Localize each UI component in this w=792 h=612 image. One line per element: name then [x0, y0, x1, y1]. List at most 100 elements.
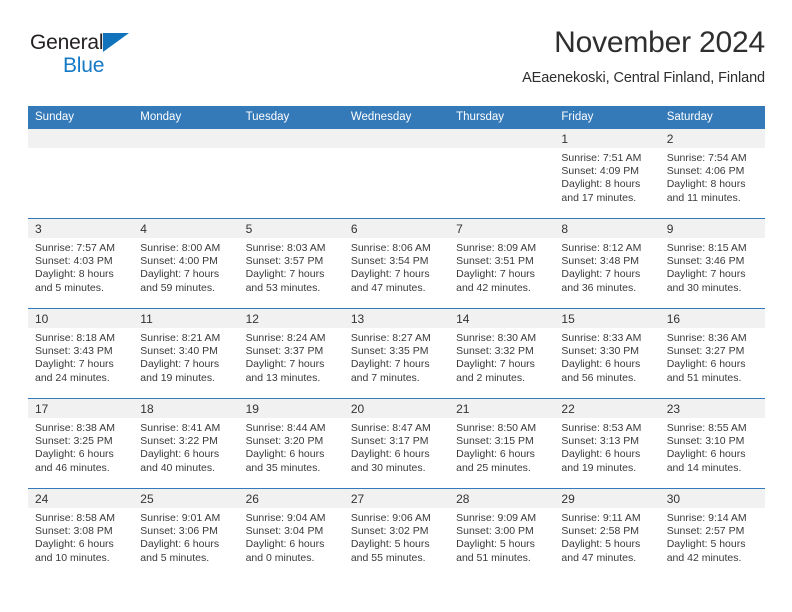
calendar-cell[interactable]: 15 Sunrise: 8:33 AM Sunset: 3:30 PM Dayligh…	[554, 308, 660, 399]
calendar-cell[interactable]: 1 Sunrise: 7:51 AM Sunset: 4:09 PM Daylight…	[554, 128, 660, 219]
day-number: 28	[449, 489, 555, 508]
sunrise-text: Sunrise: 8:24 AM	[245, 332, 326, 344]
sunrise-text: Sunrise: 8:47 AM	[350, 422, 431, 434]
weekday-header-thursday: Thursday	[449, 106, 555, 129]
day-info: Sunrise: 8:44 AM Sunset: 3:20 PM Daylight:…	[239, 418, 344, 475]
day-info	[239, 148, 344, 152]
calendar-cell[interactable]: 22 Sunrise: 8:53 AM Sunset: 3:13 PM Dayligh…	[554, 398, 660, 489]
calendar-cell[interactable]: 21 Sunrise: 8:50 AM Sunset: 3:15 PM Dayligh…	[449, 398, 555, 489]
calendar-cell[interactable]: 5 Sunrise: 8:03 AM Sunset: 3:57 PM Daylight…	[238, 218, 344, 309]
day-number: 6	[343, 219, 450, 238]
calendar-cell[interactable]: 26 Sunrise: 9:04 AM Sunset: 3:04 PM Dayligh…	[238, 488, 344, 578]
calendar-cell[interactable]: 14 Sunrise: 8:30 AM Sunset: 3:32 PM Dayligh…	[449, 308, 555, 399]
sunrise-text: Sunrise: 8:50 AM	[456, 422, 537, 434]
day-cell: 3 Sunrise: 7:57 AM Sunset: 4:03 PM Daylight…	[28, 219, 134, 308]
day-cell-empty	[343, 129, 450, 218]
calendar-cell[interactable]: 23 Sunrise: 8:55 AM Sunset: 3:10 PM Dayligh…	[659, 398, 765, 489]
sunrise-text: Sunrise: 9:14 AM	[666, 512, 747, 524]
sunset-text: Sunset: 3:04 PM	[245, 525, 324, 538]
calendar-cell[interactable]: 6 Sunrise: 8:06 AM Sunset: 3:54 PM Daylight…	[343, 218, 450, 309]
calendar-cell[interactable]	[133, 128, 239, 219]
day-cell: 17 Sunrise: 8:38 AM Sunset: 3:25 PM Dayligh…	[28, 399, 134, 488]
calendar-cell[interactable]: 10 Sunrise: 8:18 AM Sunset: 3:43 PM Dayligh…	[28, 308, 134, 399]
weekday-header-tuesday: Tuesday	[238, 106, 344, 129]
day-cell: 19 Sunrise: 8:44 AM Sunset: 3:20 PM Dayligh…	[238, 399, 344, 488]
sunset-text: Sunset: 3:17 PM	[350, 435, 429, 448]
day-number: 24	[28, 489, 134, 508]
daylight-text-line2: and 0 minutes.	[245, 551, 315, 564]
daylight-text-line1: Daylight: 5 hours	[350, 538, 430, 551]
calendar-cell[interactable]: 8 Sunrise: 8:12 AM Sunset: 3:48 PM Daylight…	[554, 218, 660, 309]
sunset-text: Sunset: 3:25 PM	[35, 435, 113, 448]
day-cell: 4 Sunrise: 8:00 AM Sunset: 4:00 PM Daylight…	[133, 219, 239, 308]
day-number: 20	[343, 399, 450, 418]
weekday-header-saturday: Saturday	[659, 106, 765, 129]
day-info: Sunrise: 8:36 AM Sunset: 3:27 PM Daylight:…	[660, 328, 765, 385]
calendar-cell[interactable]: 11 Sunrise: 8:21 AM Sunset: 3:40 PM Dayligh…	[133, 308, 239, 399]
calendar-cell[interactable]: 28 Sunrise: 9:09 AM Sunset: 3:00 PM Dayligh…	[449, 488, 555, 578]
day-info: Sunrise: 8:58 AM Sunset: 3:08 PM Daylight:…	[28, 508, 133, 565]
sunrise-text: Sunrise: 8:12 AM	[561, 242, 642, 254]
sunset-text: Sunset: 4:03 PM	[35, 255, 113, 268]
calendar-cell[interactable]: 29 Sunrise: 9:11 AM Sunset: 2:58 PM Dayligh…	[554, 488, 660, 578]
day-number	[238, 129, 344, 148]
calendar-week-row: 24 Sunrise: 8:58 AM Sunset: 3:08 PM Dayligh…	[28, 488, 765, 578]
calendar-cell[interactable]	[449, 128, 555, 219]
sunset-text: Sunset: 3:22 PM	[140, 435, 218, 448]
day-info: Sunrise: 8:00 AM Sunset: 4:00 PM Daylight:…	[133, 238, 238, 295]
calendar-cell[interactable]: 16 Sunrise: 8:36 AM Sunset: 3:27 PM Dayligh…	[659, 308, 765, 399]
daylight-text-line2: and 30 minutes.	[666, 281, 742, 294]
daylight-text-line1: Daylight: 6 hours	[666, 358, 746, 371]
brand-logo[interactable]: General Blue	[30, 32, 230, 76]
sunrise-text: Sunrise: 8:55 AM	[666, 422, 747, 434]
sunset-text: Sunset: 3:13 PM	[561, 435, 640, 448]
calendar-cell[interactable]: 30 Sunrise: 9:14 AM Sunset: 2:57 PM Dayligh…	[659, 488, 765, 578]
calendar-cell[interactable]: 27 Sunrise: 9:06 AM Sunset: 3:02 PM Dayligh…	[343, 488, 450, 578]
calendar-cell[interactable]	[28, 128, 134, 219]
daylight-text-line1: Daylight: 6 hours	[140, 538, 220, 551]
calendar-cell[interactable]: 19 Sunrise: 8:44 AM Sunset: 3:20 PM Dayligh…	[238, 398, 344, 489]
calendar-cell[interactable]	[238, 128, 344, 219]
day-number: 16	[659, 309, 765, 328]
daylight-text-line2: and 24 minutes.	[35, 371, 110, 384]
daylight-text-line1: Daylight: 5 hours	[666, 538, 746, 551]
daylight-text-line1: Daylight: 7 hours	[561, 268, 641, 281]
daylight-text-line1: Daylight: 6 hours	[245, 448, 325, 461]
day-cell: 29 Sunrise: 9:11 AM Sunset: 2:58 PM Dayligh…	[554, 489, 660, 578]
calendar-cell[interactable]: 7 Sunrise: 8:09 AM Sunset: 3:51 PM Daylight…	[449, 218, 555, 309]
calendar-cell[interactable]: 2 Sunrise: 7:54 AM Sunset: 4:06 PM Daylight…	[659, 128, 765, 219]
daylight-text-line1: Daylight: 6 hours	[35, 538, 114, 551]
day-number: 26	[238, 489, 344, 508]
day-cell: 5 Sunrise: 8:03 AM Sunset: 3:57 PM Daylight…	[238, 219, 344, 308]
calendar-cell[interactable]: 3 Sunrise: 7:57 AM Sunset: 4:03 PM Daylight…	[28, 218, 134, 309]
daylight-text-line1: Daylight: 6 hours	[245, 538, 325, 551]
day-cell: 14 Sunrise: 8:30 AM Sunset: 3:32 PM Dayligh…	[449, 309, 555, 398]
day-number: 13	[343, 309, 450, 328]
sunset-text: Sunset: 3:51 PM	[456, 255, 534, 268]
calendar-cell[interactable]: 20 Sunrise: 8:47 AM Sunset: 3:17 PM Dayligh…	[343, 398, 450, 489]
calendar-cell[interactable]: 24 Sunrise: 8:58 AM Sunset: 3:08 PM Dayligh…	[28, 488, 134, 578]
calendar-cell[interactable]	[343, 128, 450, 219]
sunrise-text: Sunrise: 9:04 AM	[245, 512, 326, 524]
daylight-text-line2: and 5 minutes.	[35, 281, 104, 294]
sunrise-text: Sunrise: 8:15 AM	[666, 242, 747, 254]
calendar-cell[interactable]: 4 Sunrise: 8:00 AM Sunset: 4:00 PM Daylight…	[133, 218, 239, 309]
daylight-text-line2: and 46 minutes.	[35, 461, 110, 474]
daylight-text-line2: and 47 minutes.	[561, 551, 637, 564]
calendar-cell[interactable]: 9 Sunrise: 8:15 AM Sunset: 3:46 PM Daylight…	[659, 218, 765, 309]
weekday-header-wednesday: Wednesday	[343, 106, 450, 129]
calendar-cell[interactable]: 18 Sunrise: 8:41 AM Sunset: 3:22 PM Dayligh…	[133, 398, 239, 489]
daylight-text-line1: Daylight: 7 hours	[140, 358, 220, 371]
daylight-text-line1: Daylight: 7 hours	[456, 358, 535, 371]
calendar-cell[interactable]: 12 Sunrise: 8:24 AM Sunset: 3:37 PM Dayligh…	[238, 308, 344, 399]
day-number	[343, 129, 450, 148]
calendar-cell[interactable]: 13 Sunrise: 8:27 AM Sunset: 3:35 PM Dayligh…	[343, 308, 450, 399]
day-cell: 7 Sunrise: 8:09 AM Sunset: 3:51 PM Daylight…	[449, 219, 555, 308]
day-info	[28, 148, 133, 152]
calendar-cell[interactable]: 25 Sunrise: 9:01 AM Sunset: 3:06 PM Dayligh…	[133, 488, 239, 578]
daylight-text-line1: Daylight: 5 hours	[561, 538, 641, 551]
day-info: Sunrise: 9:01 AM Sunset: 3:06 PM Daylight:…	[133, 508, 238, 565]
calendar-page: General Blue November 2024 AEaenekoski, …	[0, 0, 792, 612]
calendar-cell[interactable]: 17 Sunrise: 8:38 AM Sunset: 3:25 PM Dayligh…	[28, 398, 134, 489]
day-info: Sunrise: 8:38 AM Sunset: 3:25 PM Daylight:…	[28, 418, 133, 475]
